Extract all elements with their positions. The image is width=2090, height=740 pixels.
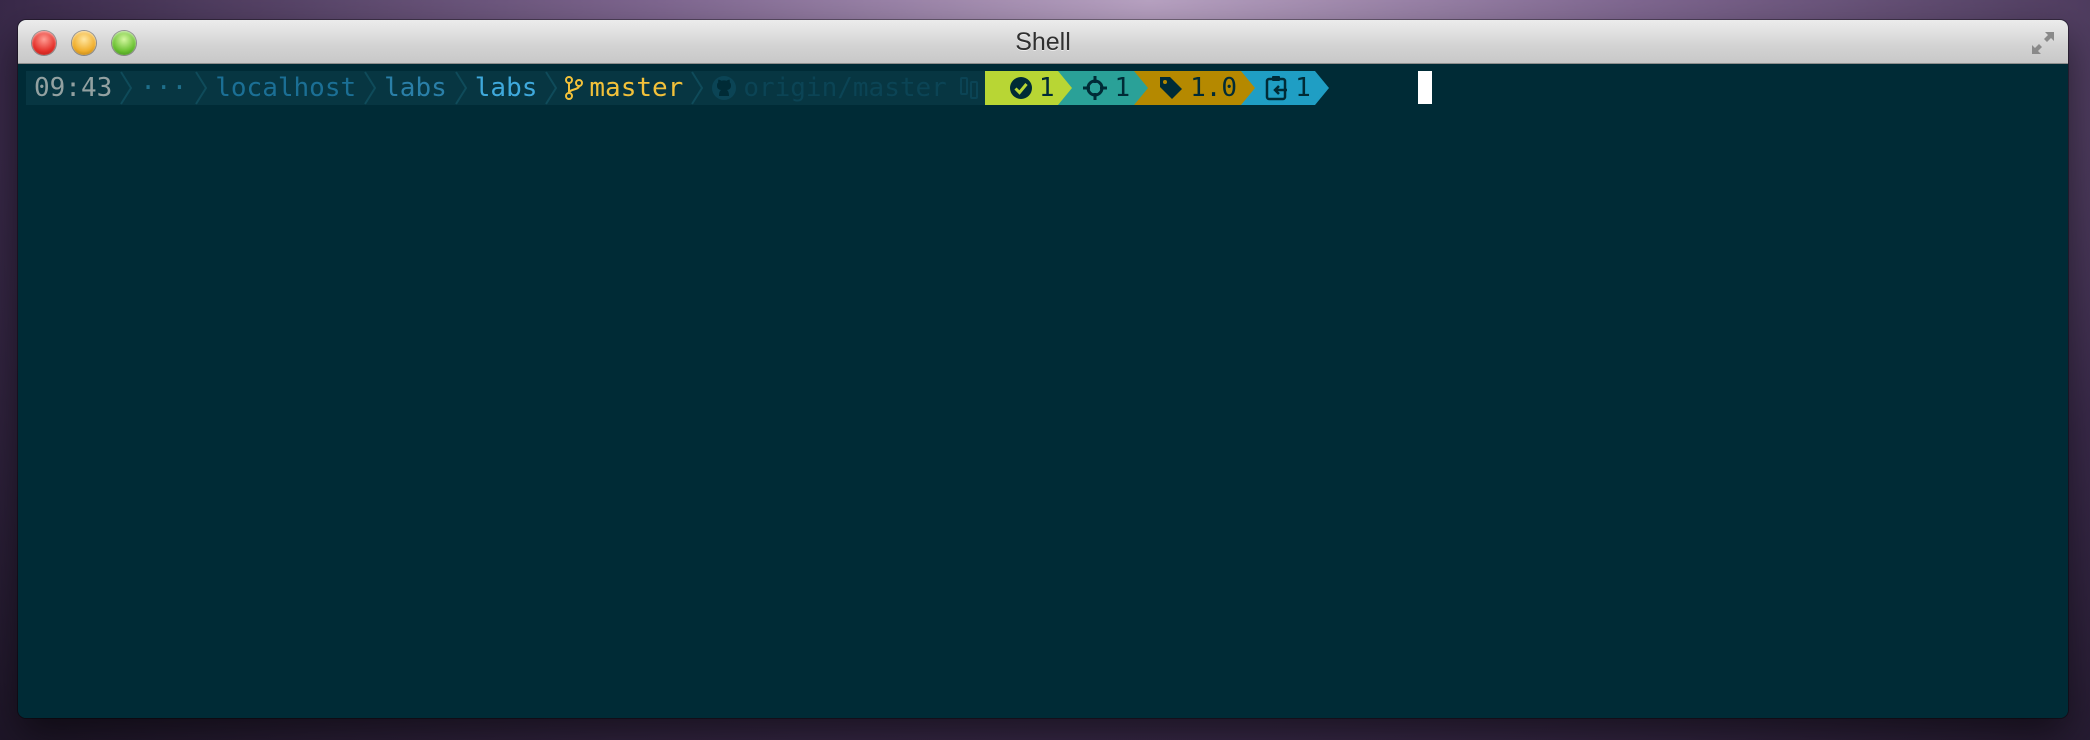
check-circle-icon [1009,76,1033,100]
prompt-host: localhost [209,71,363,105]
status-badge-stash: 1 [1255,71,1315,105]
segment-arrow-icon [1058,71,1073,105]
separator-chevron-icon [193,71,210,105]
badge-count: 1 [1295,73,1311,103]
status-badge-tag: 1.0 [1148,71,1242,105]
crosshair-icon [1082,75,1108,101]
git-compare-icon [959,75,979,101]
branch-name: master [589,73,684,103]
prompt-branch: master [559,71,690,105]
status-badge-unstaged: 1 [1072,71,1135,105]
shell-window: Shell 09:43 ··· localhost labs labs mast… [18,20,2068,718]
segment-arrow-icon [1314,71,1329,105]
segment-arrow-icon [1134,71,1149,105]
separator-chevron-icon [362,71,379,105]
separator-chevron-icon [452,71,469,105]
shell-prompt: 09:43 ··· localhost labs labs master ori… [26,71,1329,105]
remote-name: origin/master [743,73,947,103]
title-bar[interactable]: Shell [18,20,2068,64]
prompt-time: 09:43 [26,71,119,105]
prompt-current-dir: labs [468,71,544,105]
window-title: Shell [1015,28,1071,56]
github-icon [711,75,737,101]
separator-chevron-icon [689,71,706,105]
terminal-area[interactable]: 09:43 ··· localhost labs labs master ori… [18,64,2068,718]
separator-chevron-icon [543,71,560,105]
tag-icon [1158,75,1184,101]
prompt-ellipsis: ··· [134,71,194,105]
git-branch-icon [565,76,584,100]
separator-chevron-icon [118,71,135,105]
clipboard-icon [1265,75,1289,101]
badge-count: 1 [1038,73,1055,103]
segment-arrow-icon [1241,71,1256,105]
text-cursor [1418,71,1432,104]
fullscreen-icon[interactable] [2028,28,2058,58]
status-badge-staged: 1 [984,71,1059,105]
badge-count: 1 [1114,73,1131,103]
tag-name: 1.0 [1190,73,1238,103]
prompt-remote: origin/master [705,71,985,105]
prompt-path-segment: labs [378,71,453,105]
